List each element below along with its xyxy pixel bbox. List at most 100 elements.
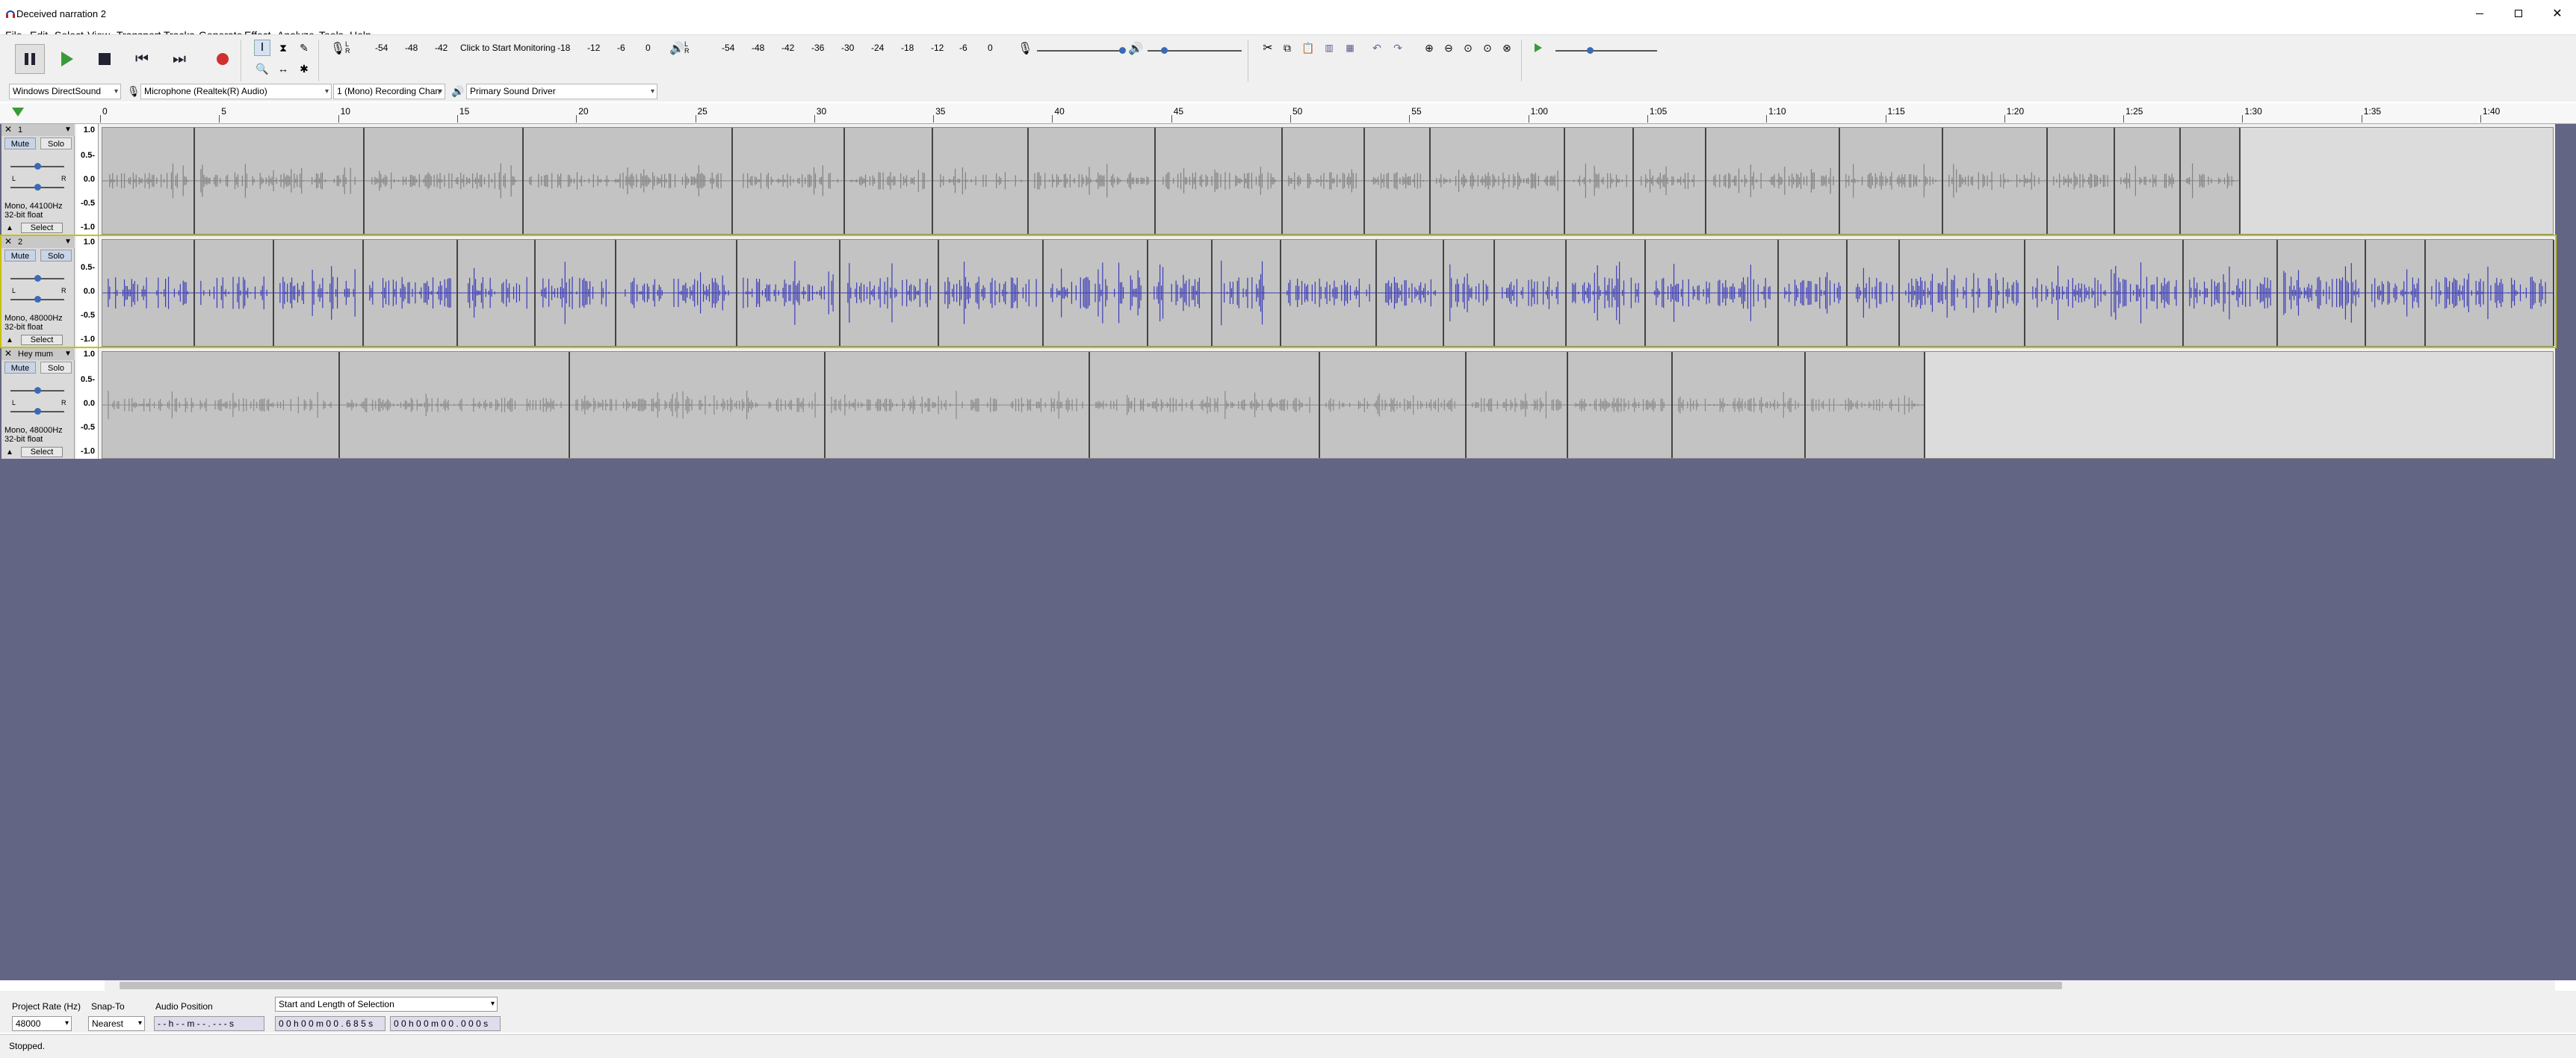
skip-start-button[interactable]: ⏮ [127, 44, 157, 74]
solo-button[interactable]: Solo [40, 362, 72, 374]
track-select-button[interactable]: Select [21, 223, 63, 233]
recording-device-select[interactable]: Microphone (Realtek(R) Audio) ▾ [140, 84, 332, 99]
mute-button[interactable]: Mute [4, 362, 36, 374]
selection-start-field[interactable]: 0 0 h 0 0 m 0 0 . 6 8 5 s [275, 1016, 386, 1031]
audio-clip[interactable] [1467, 352, 1568, 458]
chevron-down-icon[interactable]: ▼ [64, 238, 72, 246]
close-icon[interactable]: ✕ [4, 348, 12, 359]
audio-clip[interactable] [2048, 128, 2115, 234]
audio-clip[interactable] [1840, 128, 1943, 234]
track-name-bar[interactable]: ✕ 1 ▼ [1, 124, 75, 136]
draw-tool-button[interactable]: ✎ [296, 40, 312, 56]
audio-clip[interactable] [364, 240, 458, 346]
record-button[interactable] [208, 44, 238, 74]
minimize-button[interactable] [2462, 3, 2497, 24]
playback-meter[interactable]: -54 -48 -42 -36 -30 -24 -18 -12 -6 0 [692, 41, 998, 55]
audio-clip[interactable] [1567, 240, 1646, 346]
play-button[interactable] [52, 44, 82, 74]
fit-selection-button[interactable]: ⊙ [1460, 40, 1476, 56]
audio-clip[interactable] [1431, 128, 1565, 234]
mute-button[interactable]: Mute [4, 250, 36, 262]
playback-volume-slider[interactable] [1148, 47, 1242, 54]
close-window-button[interactable]: ✕ [2540, 3, 2575, 24]
collapse-arrow-icon[interactable]: ▲ [6, 224, 13, 232]
audio-clip[interactable] [1320, 352, 1467, 458]
pan-slider[interactable] [10, 408, 64, 415]
audio-clip[interactable] [939, 240, 1044, 346]
paste-button[interactable]: 📋 [1300, 40, 1316, 56]
audio-clip[interactable] [195, 128, 365, 234]
audio-clip[interactable] [2025, 240, 2184, 346]
audio-clip[interactable] [845, 128, 933, 234]
audio-position-field[interactable]: - - h - - m - - . - - - s [154, 1016, 264, 1031]
audio-clip[interactable] [1377, 240, 1444, 346]
pan-slider[interactable] [10, 296, 64, 303]
selection-mode-select[interactable]: Start and Length of Selection ▾ [275, 997, 498, 1012]
waveform-area[interactable] [102, 127, 2554, 235]
timeline-ruler[interactable]: 0 5 10 15 20 25 30 35 40 45 50 55 1:00 1:05 1:10 1:15 1:… [0, 103, 2576, 124]
record-meter-prompt[interactable]: Click to Start Monitoring [460, 43, 555, 53]
audio-clip[interactable] [1444, 240, 1495, 346]
solo-button[interactable]: Solo [40, 137, 72, 149]
audio-clip[interactable] [195, 240, 274, 346]
audio-clip[interactable] [1646, 240, 1779, 346]
playback-device-select[interactable]: Primary Sound Driver ▾ [466, 84, 657, 99]
audio-clip[interactable] [458, 240, 536, 346]
audio-clip[interactable] [570, 352, 826, 458]
cut-button[interactable]: ✂ [1260, 40, 1276, 56]
recording-channels-select[interactable]: 1 (Mono) Recording Chan ▾ [333, 84, 445, 99]
record-meter[interactable]: -54 -48 -42 Click to Start Monitoring -1… [353, 41, 659, 55]
audio-clip[interactable] [536, 240, 616, 346]
audio-clip[interactable] [524, 128, 733, 234]
silence-button[interactable]: ▦ [1342, 40, 1358, 56]
audio-clip[interactable] [2278, 240, 2366, 346]
pan-slider[interactable] [10, 184, 64, 191]
audio-clip[interactable] [1044, 240, 1148, 346]
zoom-toggle-button[interactable]: ⊗ [1499, 40, 1515, 56]
multi-tool-button[interactable]: ✱ [296, 61, 312, 77]
audio-clip[interactable] [1213, 240, 1281, 346]
audio-clip[interactable] [340, 352, 570, 458]
collapse-arrow-icon[interactable]: ▲ [6, 336, 13, 344]
audio-clip[interactable] [1148, 240, 1213, 346]
zoom-tool-button[interactable]: 🔍 [254, 61, 270, 77]
redo-button[interactable]: ↷ [1390, 40, 1406, 56]
close-icon[interactable]: ✕ [4, 124, 12, 134]
audio-host-select[interactable]: Windows DirectSound ▾ [9, 84, 121, 99]
gain-slider[interactable] [10, 163, 64, 170]
track-name-bar[interactable]: ✕ Hey mum ▼ [1, 348, 75, 360]
audio-clip[interactable] [1673, 352, 1806, 458]
audio-clip[interactable] [616, 240, 737, 346]
gain-slider[interactable] [10, 275, 64, 282]
zoom-in-button[interactable]: ⊕ [1421, 40, 1437, 56]
audio-clip[interactable] [1565, 128, 1634, 234]
close-icon[interactable]: ✕ [4, 236, 12, 247]
zoom-out-button[interactable]: ⊖ [1440, 40, 1457, 56]
audio-clip[interactable] [1283, 128, 1365, 234]
audio-clip[interactable] [2426, 240, 2554, 346]
audio-clip[interactable] [1495, 240, 1567, 346]
waveform-area[interactable] [102, 239, 2554, 347]
audio-clip[interactable] [365, 128, 524, 234]
waveform-area[interactable] [102, 351, 2554, 459]
audio-clip[interactable] [933, 128, 1029, 234]
snap-to-select[interactable]: Nearest ▾ [88, 1016, 145, 1031]
audio-clip[interactable] [1806, 352, 1925, 458]
audio-clip[interactable] [1848, 240, 1900, 346]
audio-clip[interactable] [2181, 128, 2241, 234]
collapse-arrow-icon[interactable]: ▲ [6, 448, 13, 457]
time-shift-tool-button[interactable]: ↔ [275, 61, 291, 77]
audio-clip[interactable] [1156, 128, 1283, 234]
stop-button[interactable] [90, 44, 120, 74]
project-rate-select[interactable]: 48000 ▾ [12, 1016, 72, 1031]
track-select-button[interactable]: Select [21, 335, 63, 345]
audio-clip[interactable] [840, 240, 939, 346]
play-speed-slider[interactable] [1555, 47, 1657, 54]
horizontal-scrollbar[interactable] [105, 980, 2555, 991]
audio-clip[interactable] [1943, 128, 2048, 234]
skip-end-button[interactable]: ⏭ [164, 44, 194, 74]
audio-clip[interactable] [826, 352, 1090, 458]
recording-volume-slider[interactable] [1037, 47, 1126, 54]
track-select-button[interactable]: Select [21, 447, 63, 457]
gain-slider[interactable] [10, 387, 64, 394]
